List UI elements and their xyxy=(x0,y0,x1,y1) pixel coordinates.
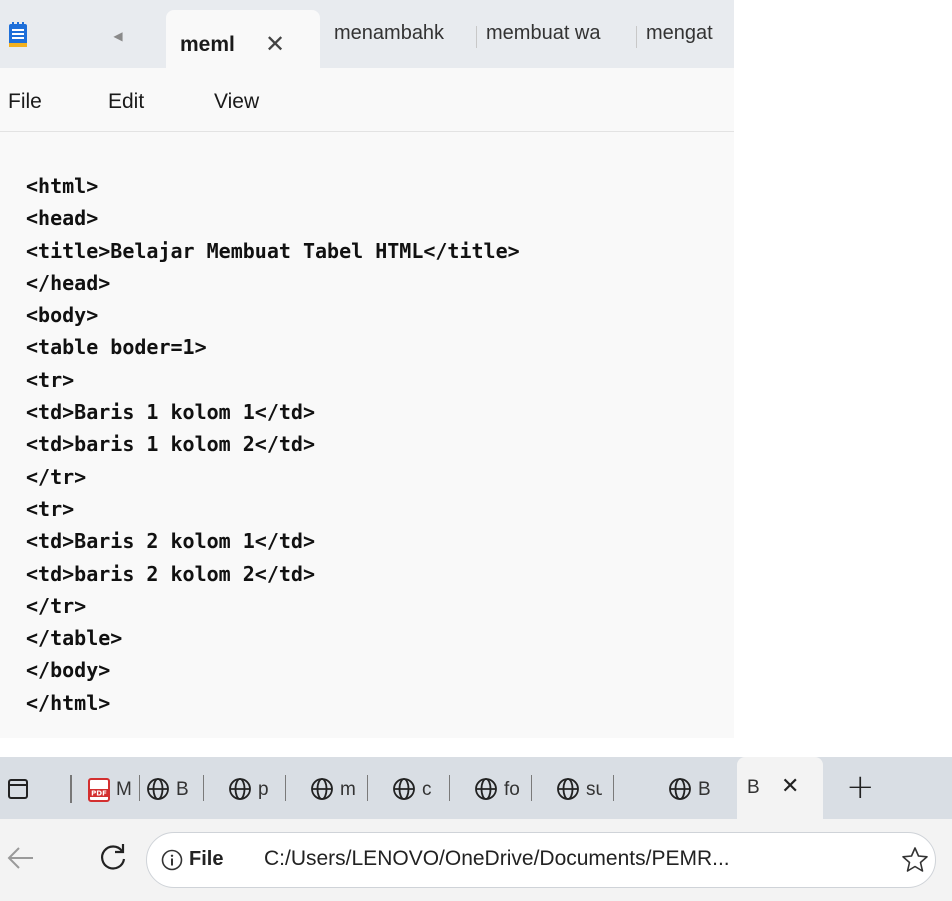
browser-tab[interactable]: M xyxy=(116,773,140,805)
notepad-tab[interactable]: membuat wa xyxy=(486,22,630,48)
code-line: </html> xyxy=(26,690,111,715)
tab-divider xyxy=(531,775,532,801)
browser-tab[interactable]: c xyxy=(392,773,450,805)
globe-icon xyxy=(557,778,579,800)
code-line: </body> xyxy=(26,658,111,683)
notepad-tab-label: menambahk xyxy=(334,22,445,44)
browser-tab-label: fo xyxy=(504,779,520,800)
tab-divider xyxy=(476,26,477,48)
notepad-tab-label: membuat wa xyxy=(486,22,601,44)
tab-divider xyxy=(449,775,450,801)
browser-tab-active-label: B xyxy=(747,777,760,798)
close-icon[interactable]: ✕ xyxy=(265,30,285,58)
menu-view[interactable]: View xyxy=(214,90,259,114)
browser-tab-label: p xyxy=(258,779,269,800)
code-line: </tr> xyxy=(26,464,87,489)
browser-tab-label: B xyxy=(176,779,189,800)
notepad-window: ◀ meml ✕ menambahk membuat wa mengat Fil… xyxy=(0,0,734,738)
code-line: </head> xyxy=(26,270,111,295)
globe-icon xyxy=(393,778,415,800)
tab-divider xyxy=(203,775,204,801)
menu-edit[interactable]: Edit xyxy=(108,90,144,114)
notepad-menu-bar: File Edit View xyxy=(0,68,734,132)
browser-address-bar: File C:/Users/LENOVO/OneDrive/Documents/… xyxy=(0,819,952,901)
browser-tab[interactable]: B xyxy=(146,773,204,805)
tab-scroll-left-icon[interactable]: ◀ xyxy=(110,28,126,44)
browser-tab[interactable]: p xyxy=(228,773,286,805)
code-line: <html> xyxy=(26,174,99,198)
notepad-tab[interactable]: menambahk xyxy=(334,22,470,48)
globe-icon xyxy=(311,778,333,800)
browser-tab-bar: PDF M B p m c fo su B B ✕ + xyxy=(0,757,952,819)
tab-divider xyxy=(613,775,614,801)
browser-tab-label: M xyxy=(116,779,132,800)
scheme-label: File xyxy=(189,848,224,870)
browser-tab-active[interactable]: B ✕ xyxy=(737,757,823,819)
code-line: <table boder=1> xyxy=(26,335,207,360)
info-icon[interactable] xyxy=(161,849,183,871)
sidebar-toggle-icon[interactable] xyxy=(8,779,28,799)
tab-divider xyxy=(636,26,637,48)
browser-tab-label: su xyxy=(586,779,602,800)
code-line: <tr> xyxy=(26,367,75,392)
notepad-tab-bar: ◀ meml ✕ menambahk membuat wa mengat xyxy=(0,0,734,68)
new-tab-button[interactable]: + xyxy=(846,767,875,807)
code-line: <td>Baris 2 kolom 1</td> xyxy=(26,529,315,554)
globe-icon xyxy=(669,778,691,800)
notepad-editor[interactable]: <html> <head> <title>Belajar Membuat Tab… xyxy=(26,170,726,719)
url-text[interactable]: C:/Users/LENOVO/OneDrive/Documents/PEMR.… xyxy=(264,847,730,871)
browser-tab[interactable]: fo xyxy=(474,773,532,805)
code-line: </table> xyxy=(26,626,123,651)
back-arrow-icon[interactable] xyxy=(6,843,36,873)
tab-divider xyxy=(285,775,286,801)
close-icon[interactable]: ✕ xyxy=(781,774,799,799)
reload-icon[interactable] xyxy=(97,841,129,873)
svg-text:PDF: PDF xyxy=(91,790,107,798)
code-line: <head> xyxy=(26,206,99,231)
tab-divider xyxy=(139,775,140,801)
address-input[interactable]: File C:/Users/LENOVO/OneDrive/Documents/… xyxy=(146,832,936,888)
code-line: <td>baris 1 kolom 2</td> xyxy=(26,432,315,457)
notepad-app-icon xyxy=(9,22,27,47)
code-line: <title>Belajar Membuat Tabel HTML</title… xyxy=(26,238,520,263)
star-icon[interactable] xyxy=(901,846,929,874)
notepad-tab-label: mengat xyxy=(646,22,713,44)
browser-tab[interactable]: su xyxy=(556,773,614,805)
tab-divider xyxy=(70,775,72,803)
browser-tab-label: m xyxy=(340,779,356,800)
notepad-tab-active-label: meml xyxy=(180,33,235,56)
globe-icon xyxy=(147,778,169,800)
notepad-tab[interactable]: mengat xyxy=(646,22,732,48)
code-line: </tr> xyxy=(26,593,87,618)
notepad-tab-active[interactable]: meml ✕ xyxy=(166,10,320,68)
tab-divider xyxy=(367,775,368,801)
browser-tab-label: B xyxy=(698,779,711,800)
browser-tab[interactable]: m xyxy=(310,773,368,805)
code-line: <td>baris 2 kolom 2</td> xyxy=(26,561,315,586)
pdf-icon: PDF xyxy=(88,778,110,802)
code-line: <td>Baris 1 kolom 1</td> xyxy=(26,400,315,425)
browser-tab[interactable]: B xyxy=(668,773,728,805)
code-line: <body> xyxy=(26,303,99,328)
browser-tab-label: c xyxy=(422,779,432,800)
globe-icon xyxy=(475,778,497,800)
code-line: <tr> xyxy=(26,496,75,521)
globe-icon xyxy=(229,778,251,800)
menu-file[interactable]: File xyxy=(8,90,42,114)
